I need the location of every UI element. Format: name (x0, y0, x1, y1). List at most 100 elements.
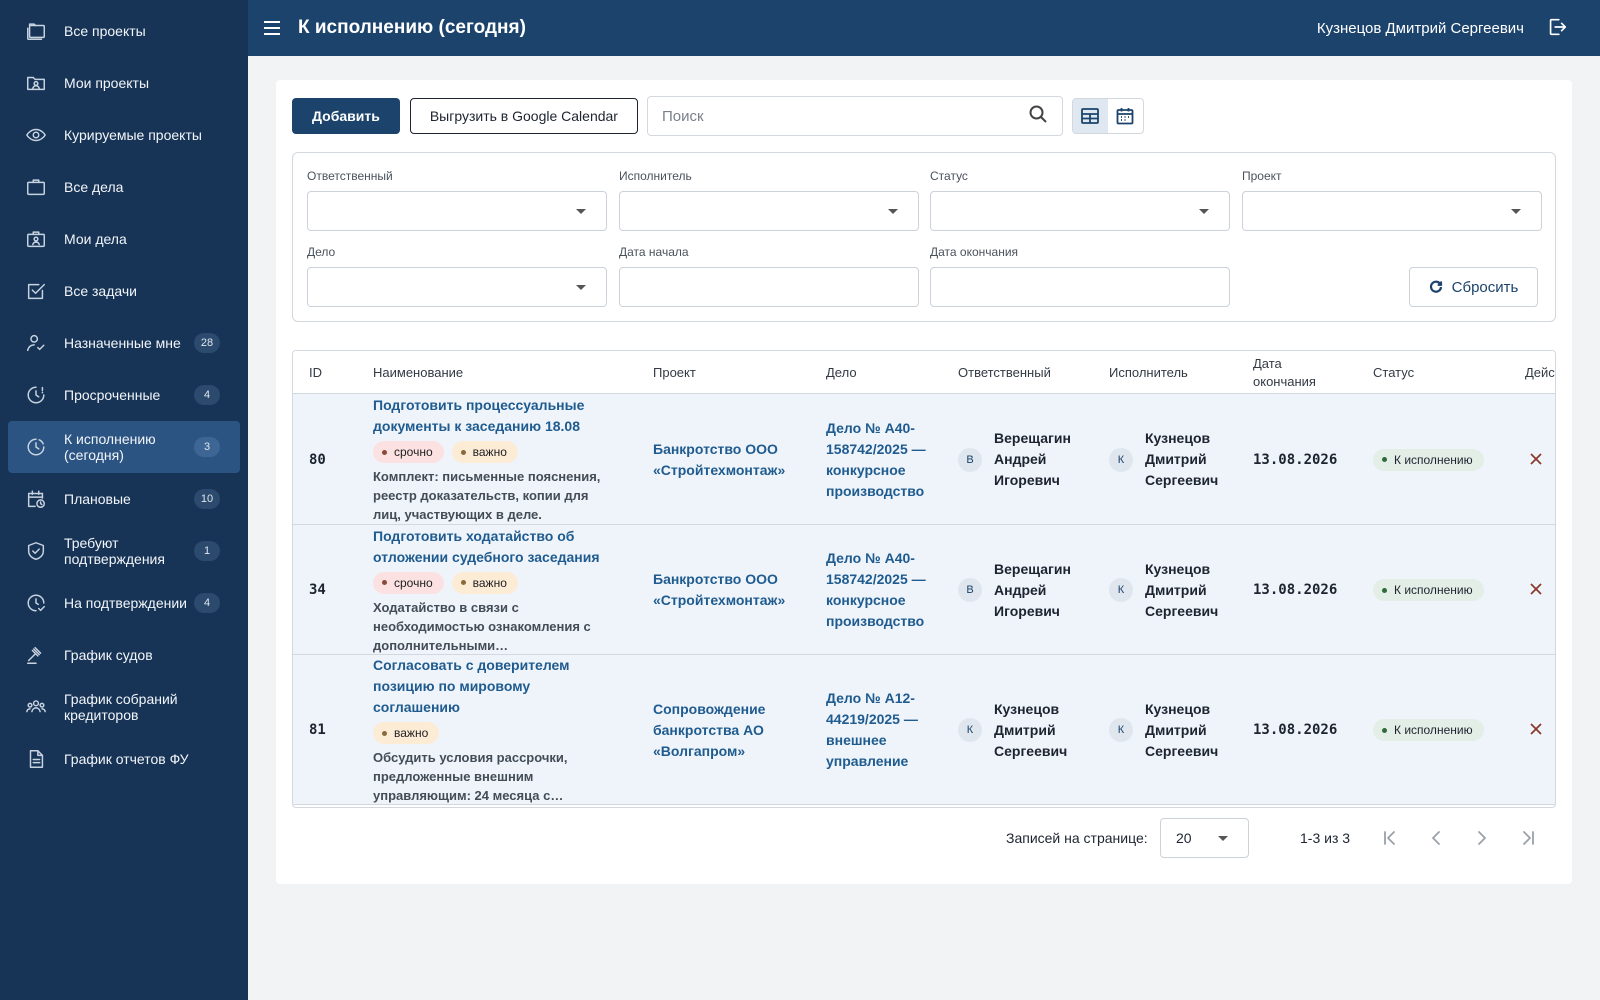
table-row[interactable]: 34 Подготовить ходатайство об отложении с… (293, 525, 1555, 655)
count-badge: 4 (194, 385, 220, 405)
next-page-icon[interactable] (1472, 828, 1492, 848)
case-link-text: Дело № А40-158742/2025 — конкурсное прои… (826, 419, 926, 499)
delete-action (1529, 394, 1549, 525)
per-page-select[interactable]: 20 (1160, 818, 1249, 858)
responsible-person: К Кузнецов Дмитрий Сергеевич (958, 655, 1098, 805)
task-name-cell: Подготовить процессуальные документы к з… (373, 394, 618, 525)
date-end-input[interactable] (930, 267, 1230, 307)
sidebar-item-0[interactable]: Все проекты (0, 5, 240, 57)
avatar: В (958, 447, 982, 472)
briefcase-icon (24, 175, 48, 199)
project-select[interactable] (1242, 191, 1542, 231)
task-title-link[interactable]: Подготовить ходатайство об отложении суд… (373, 526, 618, 568)
column-project[interactable]: Проект (653, 351, 696, 394)
responsible-filter-label: Ответственный (307, 169, 393, 183)
tag-chip: важно (451, 571, 518, 594)
column-actions: Действия (1525, 364, 1555, 380)
close-icon[interactable] (1529, 452, 1545, 468)
table-view-icon[interactable] (1072, 99, 1108, 133)
task-tags: срочно важно (373, 571, 618, 594)
column-end-date[interactable]: Дата окончания (1253, 351, 1329, 394)
column-status[interactable]: Статус (1373, 351, 1414, 394)
sidebar-item-label: Плановые (64, 491, 131, 507)
user-name[interactable]: Кузнецов Дмитрий Сергеевич (1317, 20, 1524, 37)
task-description: Ходатайство в связи с необходимостью озн… (373, 599, 591, 653)
project-link[interactable]: Сопровождение банкротства АО «Волгапром» (653, 655, 803, 805)
project-link[interactable]: Банкротство ООО «Стройтехмонтаж» (653, 394, 803, 525)
table-row[interactable]: 80 Подготовить процессуальные документы к… (293, 394, 1555, 525)
first-page-icon[interactable] (1380, 828, 1400, 848)
tag-label: важно (472, 445, 507, 459)
sidebar-item-7[interactable]: Просроченные 4 (0, 369, 240, 421)
sidebar-item-label: К исполнению (сегодня) (64, 431, 156, 463)
count-badge: 3 (194, 437, 220, 457)
chevron-down-icon (1218, 836, 1228, 841)
delete-action (1529, 655, 1549, 805)
clock-check-icon (24, 591, 48, 615)
column-id[interactable]: ID (309, 351, 322, 394)
sidebar-item-12[interactable]: График судов (0, 629, 240, 681)
status-cell: К исполнению (1373, 525, 1503, 655)
table-row[interactable]: 81 Согласовать с доверителем позицию по м… (293, 655, 1555, 805)
column-executor[interactable]: Исполнитель (1109, 351, 1188, 394)
case-link[interactable]: Дело № А12-44219/2025 — внешнее управлен… (826, 655, 938, 805)
case-link[interactable]: Дело № А40-158742/2025 — конкурсное прои… (826, 394, 938, 525)
sidebar-item-10[interactable]: Требуют подтверждения 1 (0, 525, 240, 577)
prev-page-icon[interactable] (1426, 828, 1446, 848)
sidebar-item-9[interactable]: Плановые 10 (0, 473, 240, 525)
menu-icon[interactable] (260, 16, 284, 40)
case-link-text: Дело № А40-158742/2025 — конкурсное прои… (826, 550, 926, 629)
date-end-label: Дата окончания (930, 245, 1019, 259)
sidebar-item-5[interactable]: Все задачи (0, 265, 240, 317)
executor-name: Кузнецов Дмитрий Сергеевич (1145, 700, 1219, 759)
case-select[interactable] (307, 267, 607, 307)
status-dot (1382, 587, 1387, 593)
status-select[interactable] (930, 191, 1230, 231)
column-name[interactable]: Наименование (373, 351, 463, 394)
close-icon[interactable] (1529, 582, 1545, 598)
date-start-input[interactable] (619, 267, 919, 307)
reset-button[interactable]: Сбросить (1409, 267, 1538, 307)
sidebar-item-1[interactable]: Мои проекты (0, 57, 240, 109)
column-responsible[interactable]: Ответственный (958, 351, 1051, 394)
close-icon[interactable] (1529, 722, 1545, 738)
refresh-icon (1429, 280, 1442, 293)
sidebar-item-6[interactable]: Назначенные мне 28 (0, 317, 240, 369)
sidebar-item-11[interactable]: На подтверждении 4 (0, 577, 240, 629)
count-badge: 1 (194, 541, 220, 561)
task-tags: важно (373, 722, 618, 744)
gavel-icon (24, 643, 48, 667)
executor-select[interactable] (619, 191, 919, 231)
tag-dot (382, 580, 387, 585)
status-badge: К исполнению (1373, 448, 1484, 471)
sidebar-item-8[interactable]: К исполнению (сегодня) 3 (8, 421, 240, 473)
sidebar-item-14[interactable]: График отчетов ФУ (0, 733, 240, 785)
logout-icon[interactable] (1546, 16, 1570, 40)
task-title-link[interactable]: Подготовить процессуальные документы к з… (373, 395, 618, 437)
case-link[interactable]: Дело № А40-158742/2025 — конкурсное прои… (826, 525, 938, 655)
search-icon[interactable] (1028, 104, 1048, 129)
status-cell: К исполнению (1373, 655, 1503, 805)
executor-person: К Кузнецов Дмитрий Сергеевич (1109, 394, 1249, 525)
sidebar-item-3[interactable]: Все дела (0, 161, 240, 213)
tag-chip: срочно (373, 441, 444, 463)
column-case[interactable]: Дело (826, 351, 857, 394)
task-description: Обсудить условия рассрочки, предложенные… (373, 750, 568, 803)
tag-label: важно (472, 575, 507, 590)
responsible-select[interactable] (307, 191, 607, 231)
project-link[interactable]: Банкротство ООО «Стройтехмонтаж» (653, 525, 803, 655)
tag-dot (460, 580, 466, 585)
chevron-down-icon (576, 285, 586, 290)
sidebar-item-4[interactable]: Мои дела (0, 213, 240, 265)
last-page-icon[interactable] (1518, 828, 1538, 848)
responsible-name: Верещагин Андрей Игоревич (994, 560, 1071, 619)
add-button[interactable]: Добавить (292, 98, 400, 134)
calendar-view-icon[interactable] (1108, 99, 1143, 133)
clock-overdue-icon (24, 383, 48, 407)
search-input[interactable] (661, 107, 1028, 125)
sidebar-item-13[interactable]: График собраний кредиторов (0, 681, 240, 733)
sidebar-item-2[interactable]: Курируемые проекты (0, 109, 240, 161)
user-assigned-icon (24, 331, 48, 355)
export-google-calendar-button[interactable]: Выгрузить в Google Calendar (409, 98, 638, 134)
task-title-link[interactable]: Согласовать с доверителем позицию по мир… (373, 655, 618, 718)
